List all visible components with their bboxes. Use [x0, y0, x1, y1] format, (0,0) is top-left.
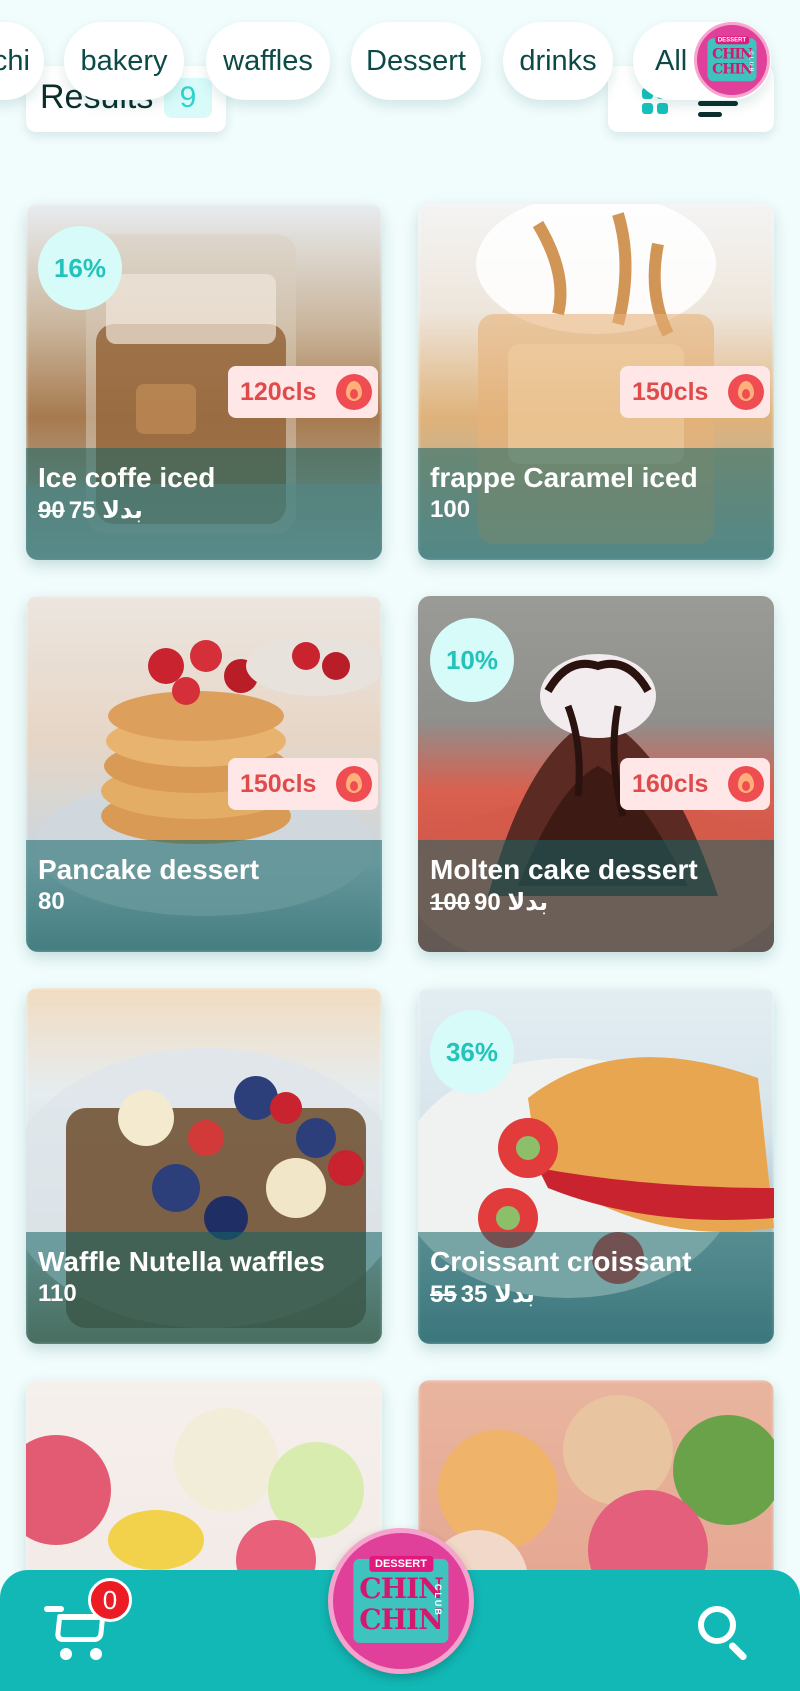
calorie-value: 150cls — [240, 769, 317, 798]
product-info: Croissant croissant 55 35 بدلا — [418, 1232, 774, 1344]
current-price: 110 — [38, 1280, 77, 1307]
product-card[interactable]: 150cls frappe Caramel iced 100 — [418, 204, 774, 560]
product-price: 100 — [430, 496, 470, 524]
current-price: 90 بدلا — [474, 889, 549, 916]
search-button[interactable] — [696, 1604, 752, 1662]
current-price: 80 — [38, 888, 65, 915]
product-title: Ice coffe iced — [38, 462, 216, 493]
product-title: Pancake dessert — [38, 854, 260, 885]
category-chip[interactable]: drinks — [503, 22, 613, 100]
product-title: Waffle Nutella waffles — [38, 1246, 325, 1277]
calorie-value: 150cls — [632, 377, 709, 406]
product-title: Croissant croissant — [430, 1246, 692, 1277]
brand-logo[interactable]: DESSERT CHIN CHIN CLUB — [694, 22, 770, 98]
product-price: 90 75 بدلا — [38, 496, 143, 525]
calorie-value: 120cls — [240, 377, 317, 406]
product-info: Ice coffe iced 90 75 بدلا — [26, 448, 382, 560]
product-card[interactable]: 10% 160cls Molten cake dessert 100 90 بدل… — [418, 596, 774, 952]
current-price: 100 — [430, 496, 471, 523]
product-card[interactable]: 16% 120cls Ice coffe iced 90 75 بدلا — [26, 204, 382, 560]
category-chip[interactable]: bakery — [64, 22, 184, 100]
old-price: 90 — [38, 497, 65, 524]
category-chip-label: drinks — [519, 44, 597, 77]
product-info: Waffle Nutella waffles 110 — [26, 1232, 382, 1344]
discount-badge: 36% — [430, 1010, 514, 1094]
product-card[interactable]: 36% Croissant croissant 55 35 بدلا — [418, 988, 774, 1344]
calorie-value: 160cls — [632, 769, 709, 798]
category-chip[interactable]: waffles — [206, 22, 330, 100]
discount-badge: 16% — [38, 226, 122, 310]
category-chip-label: All — [655, 44, 688, 77]
home-logo-button[interactable]: DESSERT CHIN CHIN CLUB — [328, 1528, 474, 1674]
flame-icon — [336, 766, 372, 802]
product-title: Molten cake dessert — [430, 854, 698, 885]
product-price: 80 — [38, 888, 65, 916]
product-price: 55 35 بدلا — [430, 1280, 535, 1309]
flame-icon — [728, 766, 764, 802]
flame-icon — [728, 374, 764, 410]
calorie-badge: 120cls — [228, 366, 378, 418]
calorie-badge: 150cls — [620, 366, 770, 418]
product-card[interactable]: 150cls Pancake dessert 80 — [26, 596, 382, 952]
product-price: 100 90 بدلا — [430, 888, 548, 917]
old-price: 55 — [430, 1281, 457, 1308]
category-chip-label: chi — [0, 44, 30, 77]
calorie-badge: 160cls — [620, 758, 770, 810]
product-info: frappe Caramel iced 100 — [418, 448, 774, 560]
category-chip-label: waffles — [223, 44, 313, 77]
discount-badge: 10% — [430, 618, 514, 702]
logo-club: CLUB — [432, 1584, 443, 1618]
product-info: Molten cake dessert 100 90 بدلا — [418, 840, 774, 952]
category-chip[interactable]: chi — [0, 22, 44, 100]
calorie-badge: 150cls — [228, 758, 378, 810]
flame-icon — [336, 374, 372, 410]
product-title: frappe Caramel iced — [430, 462, 698, 493]
old-price: 100 — [430, 889, 471, 916]
logo-club: CLUB — [747, 51, 754, 74]
product-info: Pancake dessert 80 — [26, 840, 382, 952]
logo-badge: DESSERT — [714, 36, 750, 45]
product-price: 110 — [38, 1280, 77, 1308]
product-card[interactable]: Waffle Nutella waffles 110 — [26, 988, 382, 1344]
current-price: 75 بدلا — [68, 497, 143, 524]
logo-badge: DESSERT — [369, 1555, 433, 1572]
category-chip[interactable]: Dessert — [351, 22, 481, 100]
category-chip-label: Dessert — [366, 44, 466, 77]
category-chip-label: bakery — [80, 44, 168, 77]
cart-count-badge: 0 — [88, 1578, 132, 1622]
current-price: 35 بدلا — [460, 1281, 535, 1308]
category-bar: chi bakery waffles Dessert drinks All DE… — [0, 0, 800, 120]
